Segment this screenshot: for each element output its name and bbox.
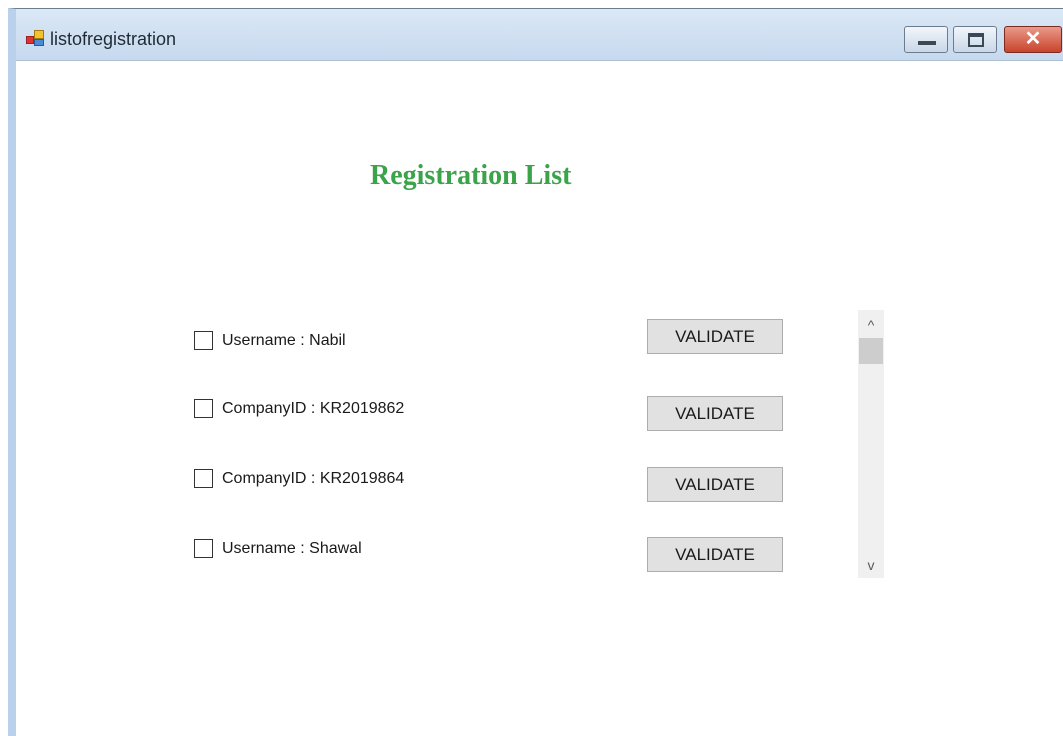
title-bar[interactable]: listofregistration ✕ (16, 9, 1063, 61)
row-label: Username : Shawal (222, 540, 362, 557)
row-label: CompanyID : KR2019864 (222, 470, 405, 487)
app-window: listofregistration ✕ (8, 8, 1063, 736)
app-icon (26, 30, 44, 46)
maximize-button[interactable] (953, 26, 997, 53)
row-label: CompanyID : KR2019862 (222, 400, 405, 417)
row-checkbox[interactable] (194, 399, 213, 418)
close-icon: ✕ (1024, 28, 1042, 50)
scroll-down-icon[interactable]: v (858, 552, 884, 578)
validate-button[interactable]: VALIDATE (647, 319, 783, 354)
scroll-up-icon[interactable]: ^ (858, 312, 884, 338)
minimize-icon (918, 41, 936, 45)
close-button[interactable]: ✕ (1004, 26, 1062, 53)
validate-button[interactable]: VALIDATE (647, 537, 783, 572)
row-checkbox[interactable] (194, 469, 213, 488)
validate-button[interactable]: VALIDATE (647, 467, 783, 502)
window-title: listofregistration (50, 29, 177, 49)
row-checkbox[interactable] (194, 331, 213, 350)
row-checkbox[interactable] (194, 539, 213, 558)
page-title: Registration List (370, 160, 572, 191)
maximize-icon (968, 33, 984, 47)
vertical-scrollbar[interactable]: ^ v (858, 310, 884, 578)
row-label: Username : Nabil (222, 332, 346, 349)
validate-button[interactable]: VALIDATE (647, 396, 783, 431)
scroll-thumb[interactable] (859, 338, 883, 364)
minimize-button[interactable] (904, 26, 948, 53)
